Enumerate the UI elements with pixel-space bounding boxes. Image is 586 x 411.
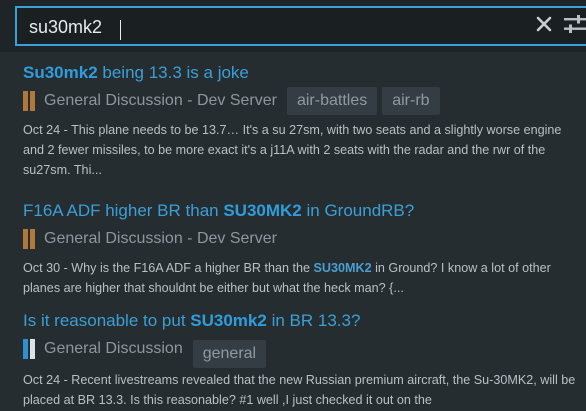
tag-air-battles[interactable]: air-battles [286, 87, 378, 115]
search-results: Su30mk2 being 13.3 is a joke General Dis… [0, 52, 586, 411]
result-title[interactable]: Is it reasonable to put SU30mk2 in BR 13… [23, 310, 583, 332]
category-badge-icon [23, 339, 35, 359]
result-category[interactable]: General Discussion - Dev Server [44, 230, 277, 248]
result-title-match: SU30mk2 [190, 311, 267, 330]
result-blurb: Oct 30 - Why is the F16A ADF a higher BR… [23, 261, 551, 295]
result-meta: General Discussion - Dev Server [23, 224, 583, 254]
blurb-match: SU30MK2 [313, 261, 372, 275]
category-badge-icon [23, 91, 35, 111]
search-result-2[interactable]: F16A ADF higher BR than SU30MK2 in Groun… [23, 200, 583, 298]
search-input[interactable] [29, 14, 509, 40]
result-title[interactable]: Su30mk2 being 13.3 is a joke [23, 62, 583, 84]
category-badge-icon [23, 229, 35, 249]
result-title-match: SU30MK2 [223, 201, 302, 220]
search-bar [0, 0, 586, 52]
text-caret [120, 20, 121, 40]
search-result-1[interactable]: Su30mk2 being 13.3 is a joke General Dis… [23, 62, 583, 180]
result-meta: General Discussion general [23, 334, 583, 368]
search-box[interactable] [15, 6, 586, 46]
tag-air-rb[interactable]: air-rb [382, 87, 440, 115]
search-result-3[interactable]: Is it reasonable to put SU30mk2 in BR 13… [23, 310, 583, 410]
sliders-icon[interactable] [564, 15, 586, 33]
result-title[interactable]: F16A ADF higher BR than SU30MK2 in Groun… [23, 200, 583, 222]
tag-general[interactable]: general [192, 340, 267, 368]
result-blurb: Oct 24 - Recent livestreams revealed tha… [23, 373, 576, 407]
result-title-match: Su30mk2 [23, 63, 98, 82]
close-icon[interactable] [536, 16, 552, 32]
result-blurb: Oct 24 - This plane needs to be 13.7… It… [23, 123, 562, 177]
result-category[interactable]: General Discussion [44, 340, 183, 358]
result-category[interactable]: General Discussion - Dev Server [44, 92, 277, 110]
result-meta: General Discussion - Dev Server air-batt… [23, 86, 583, 116]
